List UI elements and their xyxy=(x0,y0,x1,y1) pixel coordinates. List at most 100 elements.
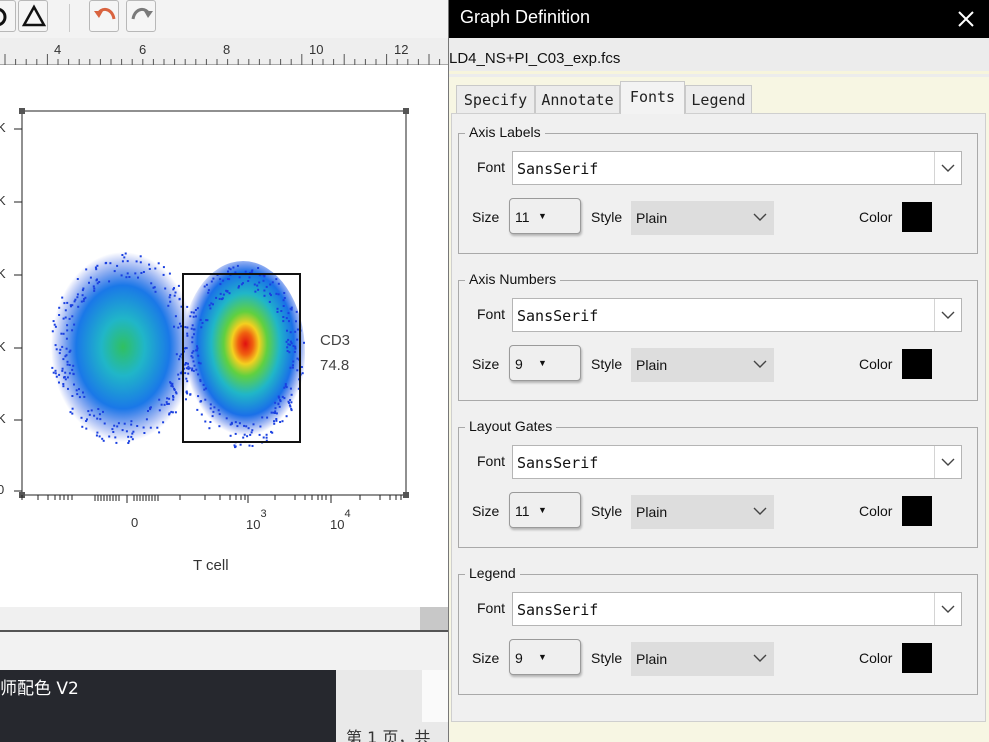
scrollbar-thumb[interactable] xyxy=(420,607,448,630)
density-plot[interactable] xyxy=(0,65,448,607)
x-tick-label: 0 xyxy=(131,515,139,530)
size-value: 9 xyxy=(515,356,523,372)
font-select[interactable]: SansSerif xyxy=(512,298,962,332)
font-select-value: SansSerif xyxy=(517,601,599,619)
tab-specify[interactable]: Specify xyxy=(456,85,535,113)
style-label: Style xyxy=(591,356,623,372)
size-dropdown[interactable]: 11 ▼ xyxy=(509,198,581,234)
lower-panel xyxy=(0,632,448,670)
color-label: Color xyxy=(859,650,893,666)
undo-button[interactable] xyxy=(89,0,119,32)
font-label: Font xyxy=(477,159,506,175)
cell-population-right xyxy=(181,261,305,445)
graph-definition-dialog: Graph Definition LD4_NS+PI_C03_exp.fcs S… xyxy=(448,0,989,742)
size-label: Size xyxy=(472,209,500,225)
tab-legend[interactable]: Legend xyxy=(685,85,752,113)
color-swatch[interactable] xyxy=(902,496,932,526)
style-select[interactable]: Plain xyxy=(631,495,774,529)
group-title: Legend xyxy=(465,565,520,581)
caret-down-icon: ▼ xyxy=(538,211,547,221)
close-button[interactable] xyxy=(952,5,980,33)
font-dropdown-arrow[interactable] xyxy=(934,299,961,331)
style-value: Plain xyxy=(636,651,668,667)
color-swatch[interactable] xyxy=(902,643,932,673)
font-select[interactable]: SansSerif xyxy=(512,151,962,185)
y-axis-ticks xyxy=(14,128,22,492)
ruler-label: 10 xyxy=(309,42,324,57)
style-label: Style xyxy=(591,650,623,666)
chevron-down-icon xyxy=(941,605,955,613)
horizontal-ruler: 4 6 8 10 12 xyxy=(0,38,448,65)
y-tick-label: 0 xyxy=(0,482,5,497)
font-dropdown-arrow[interactable] xyxy=(934,593,961,625)
font-select[interactable]: SansSerif xyxy=(512,445,962,479)
x-axis-ticks xyxy=(21,495,402,503)
chevron-down-icon xyxy=(753,360,767,368)
undo-icon xyxy=(94,8,116,20)
color-label: Color xyxy=(859,503,893,519)
group-title: Layout Gates xyxy=(465,418,557,434)
font-select[interactable]: SansSerif xyxy=(512,592,962,626)
y-tick-label: K xyxy=(0,411,6,426)
font-dropdown-arrow[interactable] xyxy=(934,446,961,478)
horizontal-scrollbar[interactable] xyxy=(0,607,448,632)
size-value: 11 xyxy=(515,209,530,225)
document-name[interactable]: 师配色 V2 xyxy=(0,674,79,699)
font-label: Font xyxy=(477,306,506,322)
triangle-tool-button[interactable] xyxy=(18,0,48,32)
color-swatch[interactable] xyxy=(902,349,932,379)
close-icon xyxy=(958,11,974,27)
ruler-label: 6 xyxy=(139,42,147,57)
font-group-axis-labels: Axis Labels Font SansSerif Size 11 ▼ Sty… xyxy=(458,124,978,254)
font-label: Font xyxy=(477,600,506,616)
size-dropdown[interactable]: 11 ▼ xyxy=(509,492,581,528)
layout-canvas[interactable]: K K K K K 0 CD3 74.8 0 103 104 T cell xyxy=(0,65,448,607)
y-tick-label: K xyxy=(0,339,6,354)
x-tick-label: 103 xyxy=(246,508,267,533)
resize-handle[interactable] xyxy=(19,108,25,114)
ruler-label: 12 xyxy=(394,42,409,57)
tab-annotate[interactable]: Annotate xyxy=(535,85,620,113)
background-layout-editor: 4 6 8 10 12 K K K K K 0 CD3 74.8 0 103 1… xyxy=(0,0,448,742)
size-label: Size xyxy=(472,356,500,372)
style-select[interactable]: Plain xyxy=(631,348,774,382)
tab-fonts[interactable]: Fonts xyxy=(620,81,685,114)
page-preview xyxy=(422,670,448,722)
chevron-down-icon xyxy=(941,311,955,319)
cycle-tool-button[interactable] xyxy=(0,0,16,32)
chevron-down-icon xyxy=(753,654,767,662)
font-dropdown-arrow[interactable] xyxy=(934,152,961,184)
color-swatch[interactable] xyxy=(902,202,932,232)
resize-handle[interactable] xyxy=(403,108,409,114)
size-value: 11 xyxy=(515,503,530,519)
color-label: Color xyxy=(859,209,893,225)
caret-down-icon: ▼ xyxy=(538,505,547,515)
caret-down-icon: ▼ xyxy=(538,358,547,368)
redo-button[interactable] xyxy=(126,0,156,32)
triangle-icon xyxy=(21,4,47,27)
style-select[interactable]: Plain xyxy=(631,642,774,676)
sample-filename: LD4_NS+PI_C03_exp.fcs xyxy=(449,50,621,67)
size-dropdown[interactable]: 9 ▼ xyxy=(509,639,581,675)
cycle-icon xyxy=(0,8,7,26)
size-dropdown[interactable]: 9 ▼ xyxy=(509,345,581,381)
chevron-down-icon xyxy=(753,507,767,515)
toolbar-separator xyxy=(69,4,70,32)
redo-icon xyxy=(131,8,153,20)
chevron-down-icon xyxy=(753,213,767,221)
x-axis-label: T cell xyxy=(193,557,229,574)
caret-down-icon: ▼ xyxy=(538,652,547,662)
x-tick-label: 104 xyxy=(330,508,351,533)
color-label: Color xyxy=(859,356,893,372)
style-value: Plain xyxy=(636,357,668,373)
size-label: Size xyxy=(472,650,500,666)
style-value: Plain xyxy=(636,210,668,226)
fonts-tab-panel: Axis Labels Font SansSerif Size 11 ▼ Sty… xyxy=(451,113,986,722)
gate-percentage: 74.8 xyxy=(320,357,350,374)
chevron-down-icon xyxy=(941,458,955,466)
style-select[interactable]: Plain xyxy=(631,201,774,235)
dialog-title: Graph Definition xyxy=(460,7,591,27)
font-group-axis-numbers: Axis Numbers Font SansSerif Size 9 ▼ Sty… xyxy=(458,271,978,401)
dialog-titlebar[interactable]: Graph Definition xyxy=(449,0,989,38)
resize-handle[interactable] xyxy=(403,492,409,498)
